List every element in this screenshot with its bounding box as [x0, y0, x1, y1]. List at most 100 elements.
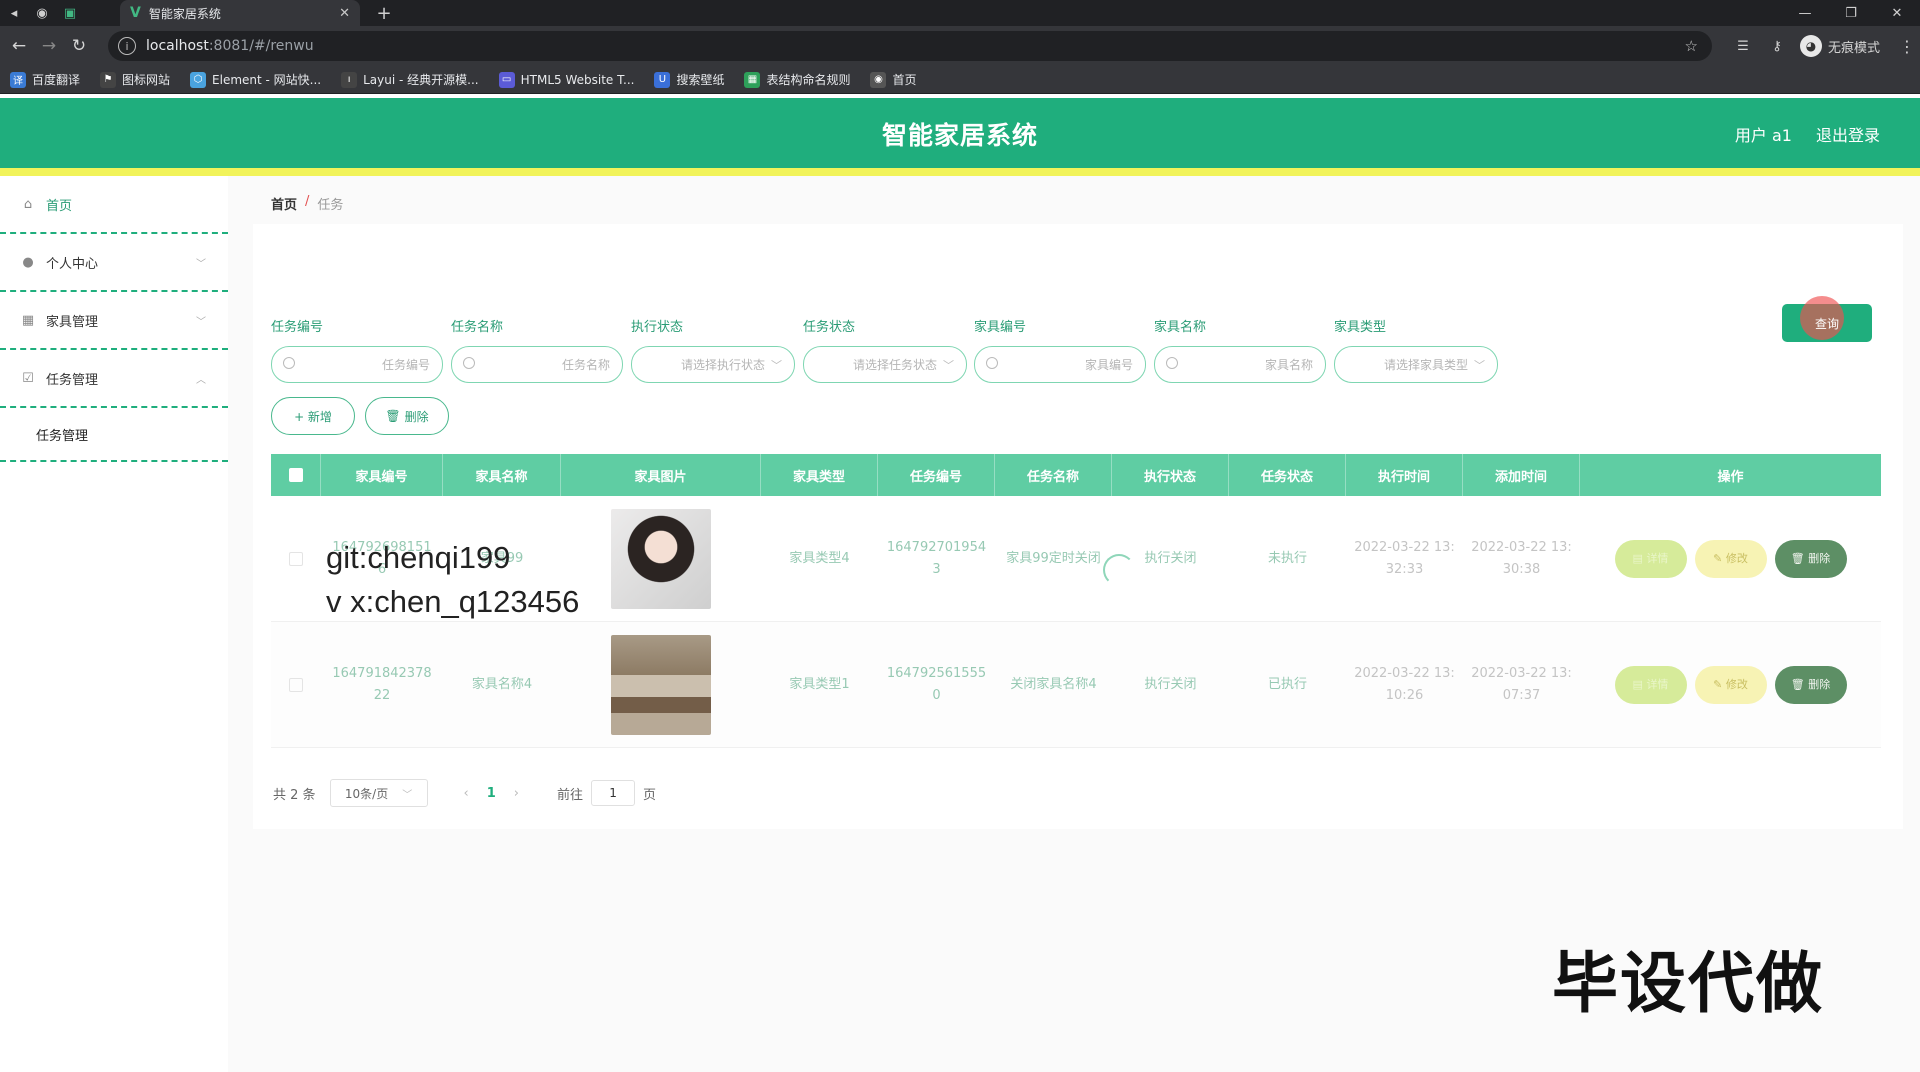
task-name-input[interactable]: 任务名称: [451, 346, 623, 383]
url-input[interactable]: i localhost :8081/#/renwu ☆: [108, 31, 1712, 61]
search-icon: [463, 357, 475, 369]
next-page-icon[interactable]: ›: [514, 786, 519, 801]
detail-button[interactable]: ▤ 详情: [1614, 665, 1687, 704]
trash-icon: 🗑: [385, 409, 401, 423]
app-header: 智能家居系统 用户 a1 退出登录: [0, 98, 1920, 168]
goto-page-input[interactable]: 1: [591, 780, 636, 806]
cell-furn-name: 家具名称4: [471, 676, 533, 692]
furniture-photo: [611, 634, 711, 735]
chevron-down-icon: ﹀: [771, 358, 782, 372]
bookmark-item[interactable]: ▭ HTML5 Website T...: [498, 71, 634, 88]
bookmark-item[interactable]: ◉ 首页: [870, 71, 917, 88]
sidebar-item-furniture[interactable]: ▦ 家具管理 ﹀: [0, 292, 228, 350]
breadcrumb-separator: /: [305, 194, 310, 209]
breadcrumb: 首页 / 任务: [271, 194, 343, 213]
layui-icon: ı: [341, 71, 358, 88]
add-button[interactable]: + 新增: [271, 397, 355, 435]
furn-no-input[interactable]: 家具编号: [974, 346, 1146, 383]
cell-furn-type: 家具类型1: [789, 676, 850, 692]
task-card: 任务编号 任务编号 任务名称 任务名称 执行状态 请选择执行状态 ﹀ 任务状态 …: [253, 224, 1903, 829]
tab-close-icon[interactable]: ✕: [339, 6, 350, 21]
forward-icon[interactable]: →: [34, 26, 64, 66]
sidebar-item-label: 任务管理: [36, 428, 89, 444]
select-all-cell[interactable]: [271, 454, 321, 496]
bookmark-item[interactable]: ı Layui - 经典开源模...: [341, 71, 479, 88]
breadcrumb-current: 任务: [317, 198, 344, 213]
bookmark-item[interactable]: ⚑ 图标网站: [100, 71, 170, 88]
header-accent-strip: [0, 168, 1920, 176]
sidebar-item-label: 任务管理: [46, 372, 99, 388]
bookmark-star-icon[interactable]: ☆: [1685, 37, 1698, 55]
profile-button[interactable]: ◕ 无痕模式: [1794, 35, 1894, 57]
edit-button[interactable]: ✎ 修改: [1694, 539, 1767, 578]
pinned-tab-icon[interactable]: ▣: [56, 0, 84, 26]
cell-task-name: 家具99定时关闭: [1006, 550, 1101, 566]
cell-task-no: 1647925615550: [886, 665, 987, 703]
key-icon[interactable]: ⚷: [1760, 39, 1794, 54]
logout-link[interactable]: 退出登录: [1816, 122, 1880, 146]
cell-furn-image: [561, 496, 761, 621]
profile-label: 无痕模式: [1827, 40, 1880, 56]
cell-add-time: 2022-03-22 13:30:38: [1471, 539, 1572, 577]
exec-status-label: 执行状态: [631, 320, 684, 335]
furn-name-input[interactable]: 家具名称: [1154, 346, 1326, 383]
select-all-checkbox[interactable]: [288, 468, 303, 482]
row-select-cell[interactable]: [271, 622, 321, 747]
edit-button[interactable]: ✎ 修改: [1694, 665, 1767, 704]
reload-icon[interactable]: ↻: [64, 26, 94, 66]
menu-kebab-icon[interactable]: ⋮: [1894, 37, 1920, 56]
minimize-icon[interactable]: —: [1782, 0, 1828, 26]
app-title: 智能家居系统: [881, 121, 1038, 150]
exec-status-select[interactable]: 请选择执行状态 ﹀: [631, 346, 795, 383]
user-icon: ●: [22, 254, 34, 270]
col-header: 操作: [1717, 469, 1744, 485]
url-path: :8081/#/renwu: [208, 38, 314, 54]
sidebar-item-personal[interactable]: ● 个人中心 ﹀: [0, 234, 228, 292]
furniture-photo: [611, 508, 711, 609]
sidebar-item-home[interactable]: ⌂ 首页: [0, 176, 228, 234]
query-button[interactable]: 查询: [1782, 296, 1872, 342]
cell-add-time: 2022-03-22 13:07:37: [1471, 665, 1572, 703]
bookmark-item[interactable]: U 搜索壁纸: [654, 71, 724, 88]
page-size-select[interactable]: 10条/页 ﹀: [329, 779, 428, 807]
delete-button[interactable]: 🗑 删除: [1774, 539, 1847, 578]
tab-active[interactable]: V 智能家居系统 ✕: [120, 0, 360, 26]
col-header: 任务名称: [995, 454, 1112, 496]
restore-icon[interactable]: ❐: [1828, 0, 1874, 26]
site-info-icon[interactable]: i: [118, 37, 136, 55]
furn-type-select[interactable]: 请选择家具类型 ﹀: [1334, 346, 1498, 383]
close-window-icon[interactable]: ✕: [1874, 0, 1920, 26]
row-select-cell[interactable]: [271, 496, 321, 621]
globe-tab-icon[interactable]: ◉: [28, 0, 56, 26]
html5-icon: ▭: [498, 71, 515, 88]
detail-icon: ▤: [1632, 677, 1647, 691]
current-page[interactable]: 1: [487, 786, 496, 801]
vue-favicon-icon: V: [130, 5, 141, 21]
cell-furn-no: 164791842378 22: [332, 665, 432, 703]
media-control-icon[interactable]: ◂: [0, 0, 28, 26]
col-header: 任务状态: [1229, 454, 1346, 496]
globe-icon: ◉: [870, 71, 887, 88]
breadcrumb-home[interactable]: 首页: [271, 194, 297, 213]
row-checkbox[interactable]: [289, 677, 303, 692]
sidebar-item-task[interactable]: ☑ 任务管理 ︿: [0, 350, 228, 408]
sidebar-subitem-task-manage[interactable]: 任务管理: [0, 408, 228, 462]
bookmark-item[interactable]: 译百度翻译: [10, 71, 80, 88]
prev-page-icon[interactable]: ‹: [464, 786, 469, 801]
row-checkbox[interactable]: [289, 551, 303, 566]
bookmark-item[interactable]: ▦ 表结构命名规则: [744, 71, 850, 88]
col-header: 家具类型: [761, 454, 878, 496]
bookmark-item[interactable]: ⬡ Element - 网站快...: [190, 71, 321, 88]
delete-button[interactable]: 🗑 删除: [1774, 665, 1847, 704]
sidebar: ⌂ 首页 ● 个人中心 ﹀ ▦ 家具管理 ﹀ ☑ 任务管理 ︿ 任务管理: [0, 176, 228, 1072]
back-icon[interactable]: ←: [4, 26, 34, 66]
task-status-select[interactable]: 请选择任务状态 ﹀: [803, 346, 967, 383]
reading-list-icon[interactable]: ☰: [1726, 39, 1760, 54]
browser-tabbar: ◂ ◉ ▣ V 智能家居系统 ✕ + — ❐ ✕: [0, 0, 1920, 26]
tab-title: 智能家居系统: [148, 6, 221, 21]
detail-button[interactable]: ▤ 详情: [1614, 539, 1687, 578]
new-tab-icon[interactable]: +: [372, 0, 396, 26]
overlay-git-text: git:chenqi199: [326, 540, 511, 575]
batch-delete-button[interactable]: 🗑 删除: [365, 397, 449, 435]
task-no-input[interactable]: 任务编号: [271, 346, 443, 383]
